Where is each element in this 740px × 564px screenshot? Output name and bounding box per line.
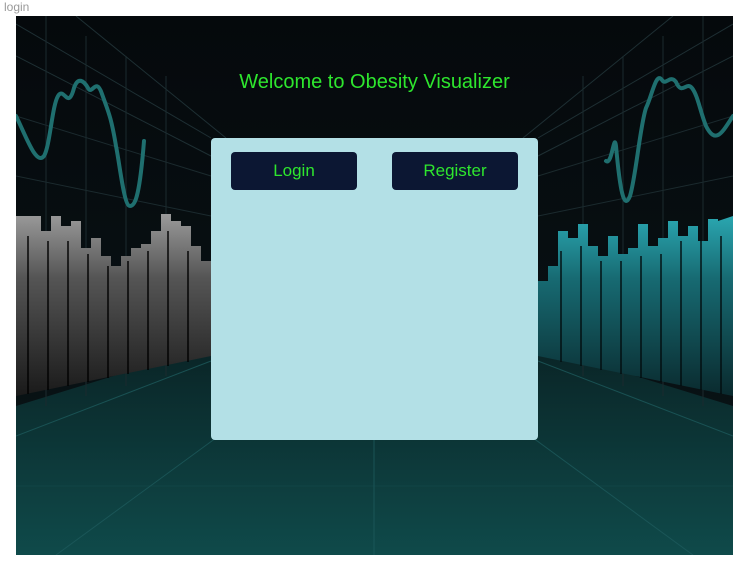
page-title: Welcome to Obesity Visualizer (239, 71, 510, 93)
app-frame: Welcome to Obesity Visualizer Login Regi… (16, 16, 733, 555)
auth-panel: Login Register (211, 138, 538, 440)
page-label: login (4, 0, 30, 14)
login-button[interactable]: Login (231, 152, 357, 190)
register-button[interactable]: Register (392, 152, 518, 190)
